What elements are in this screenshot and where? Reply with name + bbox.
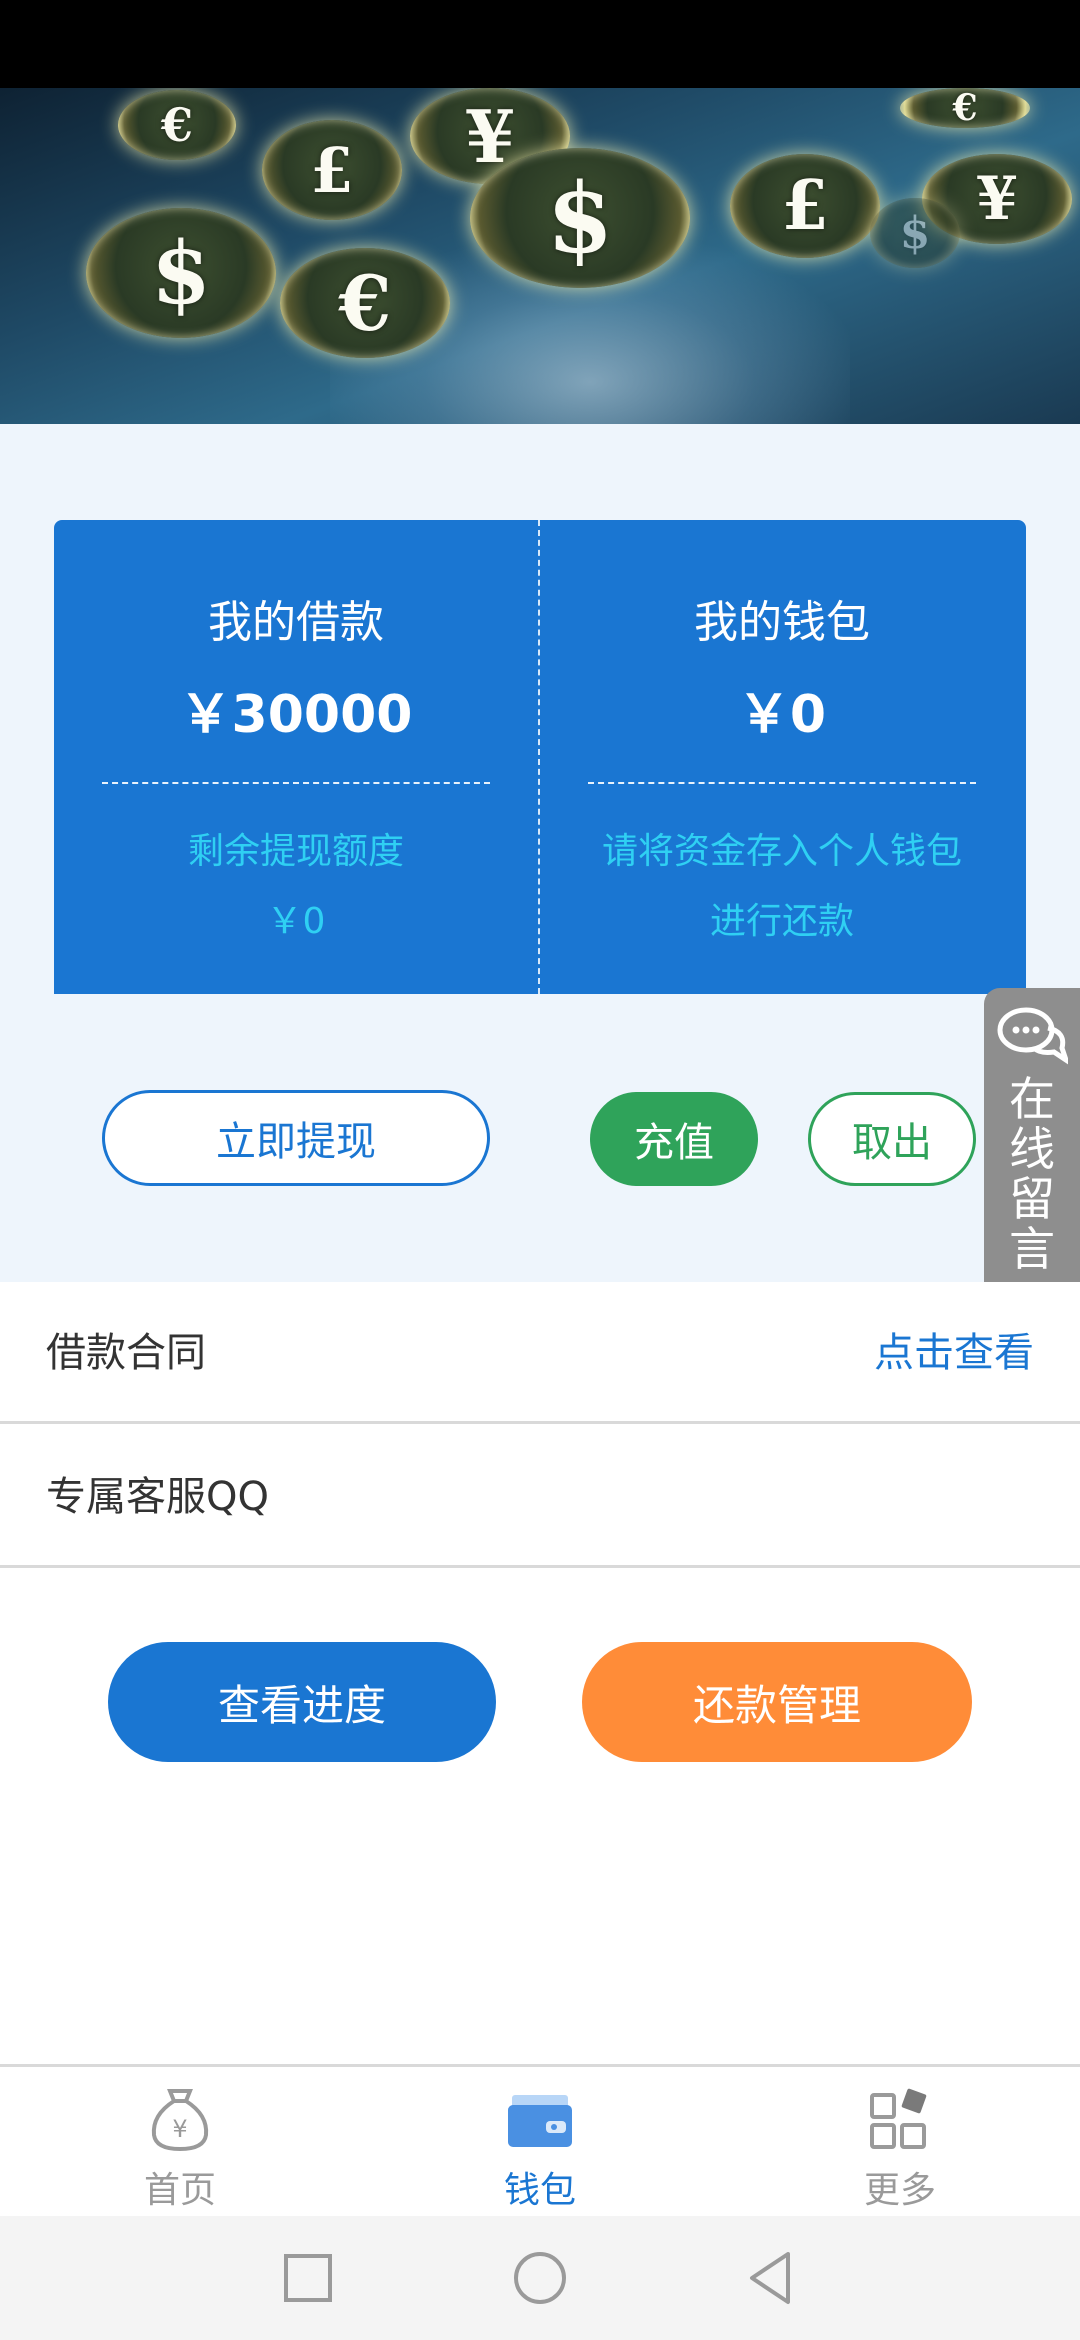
wallet-note-line1: 请将资金存入个人钱包 — [601, 831, 962, 872]
svg-text:¥: ¥ — [172, 2115, 187, 2143]
recent-apps-button[interactable] — [276, 2246, 340, 2310]
withdraw-now-button[interactable]: 立即提现 — [102, 1090, 490, 1186]
tab-home[interactable]: ¥ 首页 — [80, 2067, 280, 2219]
home-button[interactable] — [508, 2246, 572, 2310]
tab-more-label: 更多 — [863, 2170, 936, 2211]
remaining-withdraw-value: ￥0 — [266, 901, 326, 942]
chat-bubbles-icon — [996, 1006, 1071, 1067]
my-wallet-amount: ￥0 — [737, 685, 827, 745]
coin-pound-right: £ — [730, 154, 880, 258]
customer-service-qq-row[interactable]: 专属客服QQ — [0, 1426, 1080, 1568]
coin-euro-topright: € — [900, 88, 1030, 129]
system-navigation-bar — [0, 2216, 1080, 2340]
wallet-note-line2: 进行还款 — [709, 901, 854, 942]
view-contract-link[interactable]: 点击查看 — [874, 1282, 1034, 1424]
coin-dollar-left: $ — [86, 208, 276, 338]
loan-wallet-card: 我的借款 ￥30000 剩余提现额度 ￥0 我的钱包 ￥0 请将资金存入个人钱包… — [54, 520, 1026, 994]
loan-contract-row[interactable]: 借款合同 点击查看 — [0, 1282, 1080, 1424]
my-wallet-dash-divider — [588, 782, 976, 784]
my-loan-dash-divider — [102, 782, 490, 784]
my-wallet-title: 我的钱包 — [694, 597, 870, 648]
banner-image: € £ ¥ $ $ € £ ¥ € $ — [0, 88, 1080, 424]
tab-more[interactable]: 更多 — [800, 2067, 1000, 2219]
view-progress-button[interactable]: 查看进度 — [108, 1642, 496, 1762]
loan-contract-label: 借款合同 — [46, 1330, 206, 1376]
online-message-tab[interactable]: 在线留言 — [984, 988, 1080, 1318]
recharge-button[interactable]: 充值 — [590, 1092, 758, 1186]
my-loan-title: 我的借款 — [208, 597, 384, 648]
repayment-management-button[interactable]: 还款管理 — [582, 1642, 972, 1762]
status-bar — [0, 0, 1080, 88]
tab-wallet[interactable]: 钱包 — [440, 2067, 640, 2219]
coin-euro: € — [118, 90, 236, 160]
remaining-withdraw-label: 剩余提现额度 — [187, 831, 404, 872]
coin-dollar-faded: $ — [870, 198, 960, 268]
back-button[interactable] — [738, 2246, 802, 2310]
takeout-button[interactable]: 取出 — [808, 1092, 976, 1186]
customer-service-qq-label: 专属客服QQ — [46, 1474, 269, 1520]
my-wallet-column: 我的钱包 ￥0 请将资金存入个人钱包 进行还款 — [540, 520, 1024, 994]
money-bag-icon: ¥ — [146, 2085, 214, 2153]
coin-pound: £ — [262, 120, 402, 220]
tab-wallet-label: 钱包 — [503, 2170, 576, 2211]
wallet-icon — [506, 2085, 574, 2153]
grid-apps-icon — [866, 2085, 934, 2153]
bottom-tab-bar: ¥ 首页 钱包 更多 — [0, 2064, 1080, 2216]
tab-home-label: 首页 — [143, 2170, 216, 2211]
coin-dollar-center: $ — [470, 148, 690, 288]
my-loan-column: 我的借款 ￥30000 剩余提现额度 ￥0 — [54, 520, 538, 994]
my-loan-amount: ￥30000 — [179, 685, 413, 745]
online-message-label: 在线留言 — [1009, 1072, 1055, 1276]
coin-euro-lower: € — [280, 248, 450, 358]
